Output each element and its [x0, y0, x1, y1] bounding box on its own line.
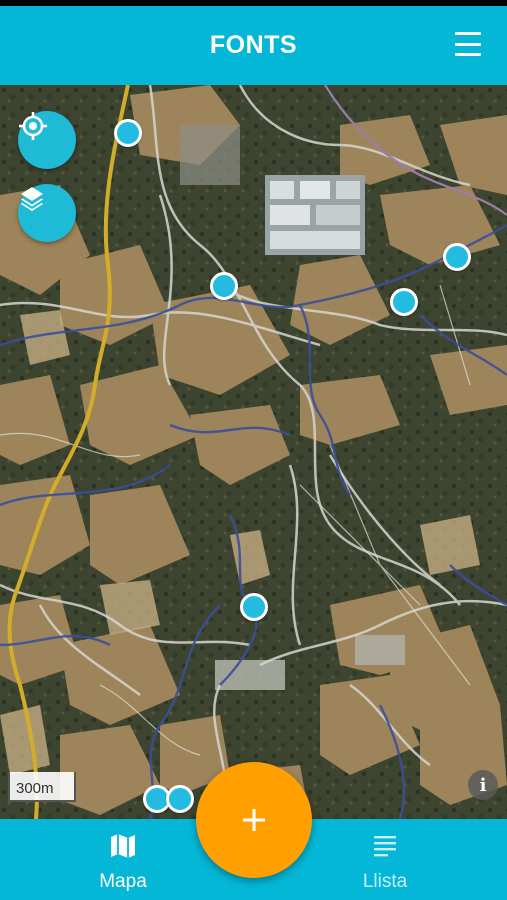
plus-icon — [243, 809, 265, 831]
list-icon — [374, 836, 396, 857]
water-source-marker[interactable] — [390, 288, 418, 316]
map-icon — [111, 834, 135, 858]
water-source-marker[interactable] — [210, 272, 238, 300]
map-imagery — [0, 85, 507, 819]
layers-button[interactable] — [18, 184, 76, 242]
tab-label: Llista — [362, 871, 408, 892]
page-title: FONTS — [209, 31, 298, 59]
tab-label: Mapa — [99, 871, 147, 892]
water-source-marker[interactable] — [240, 593, 268, 621]
app-bar: FONTS — [0, 6, 507, 85]
layers-icon — [21, 187, 43, 211]
tab-llista[interactable]: Llista — [315, 819, 455, 900]
my-location-button[interactable] — [18, 111, 76, 169]
menu-bar-line — [455, 32, 481, 35]
app-screen: FONTS 300m i Mapa Llista — [0, 0, 507, 900]
info-icon[interactable]: i — [468, 770, 498, 800]
crosshair-icon — [19, 112, 47, 140]
add-button[interactable] — [196, 762, 312, 878]
hamburger-menu-icon[interactable] — [455, 32, 483, 56]
water-source-marker[interactable] — [443, 243, 471, 271]
water-source-marker[interactable] — [166, 785, 194, 813]
menu-bar-line — [455, 53, 481, 56]
water-source-marker[interactable] — [114, 119, 142, 147]
map-scale: 300m — [8, 772, 76, 802]
menu-bar-line — [455, 42, 481, 46]
tab-mapa[interactable]: Mapa — [53, 819, 193, 900]
satellite-map[interactable]: 300m i — [0, 85, 507, 819]
